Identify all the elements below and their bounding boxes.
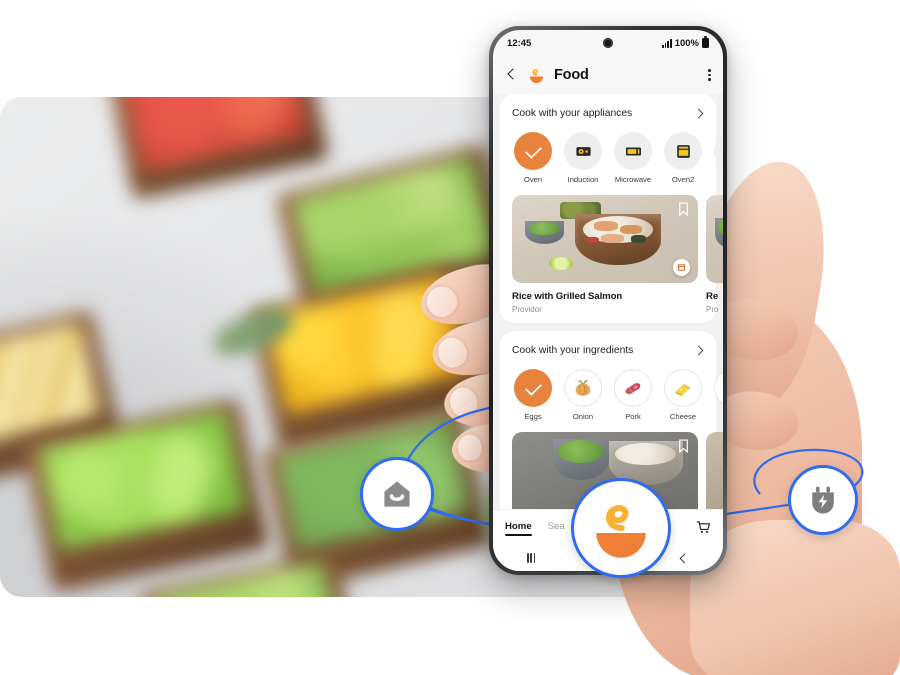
front-camera-icon [603, 38, 613, 48]
fingernail [457, 433, 483, 462]
recipe-card[interactable]: Re Pro [706, 195, 723, 314]
recipe-provider: Pro [706, 305, 719, 314]
energy-plug-icon [812, 486, 834, 514]
home-badge[interactable] [360, 457, 434, 531]
battery-icon [702, 36, 709, 48]
food-bowl-logo-icon [529, 68, 544, 83]
bookmark-icon[interactable] [678, 202, 689, 216]
appliances-card: Cook with your appliances Oven Induction… [500, 94, 723, 323]
kebab-menu-icon[interactable] [708, 68, 711, 82]
oven-icon [676, 144, 690, 158]
veg-piece [631, 235, 646, 243]
check-icon [525, 146, 542, 157]
chevron-right-icon[interactable] [693, 345, 704, 356]
scene-root: 12:45 100% Food Cook with your appliance… [0, 0, 900, 675]
appliances-title: Cook with your appliances [512, 107, 633, 119]
food-badge[interactable] [571, 478, 671, 578]
microwave-icon [625, 147, 641, 155]
appliance-chip-induction[interactable]: Induction [564, 132, 602, 184]
appliance-icon-wrap [514, 132, 552, 170]
home-icon [384, 481, 410, 507]
appliance-label: Oven2 [671, 175, 695, 184]
induction-icon [575, 146, 591, 156]
recipe-photo [512, 195, 698, 283]
recipe-photo [706, 195, 723, 283]
back-button[interactable] [505, 68, 519, 82]
salmon-piece [619, 224, 643, 234]
page-title: Food [554, 67, 589, 83]
ingredients-title: Cook with your ingredients [512, 344, 634, 356]
garnish-bowl [715, 217, 723, 248]
ingredient-icon-wrap [514, 369, 552, 407]
chevron-right-icon[interactable] [693, 108, 704, 119]
onion-icon [575, 380, 591, 396]
cheese-icon [675, 383, 691, 397]
recipe-title: Rice with Grilled Salmon [512, 291, 623, 302]
fingernail [446, 383, 481, 420]
appliance-label: Oven [523, 175, 543, 184]
fingernail [420, 280, 463, 323]
recipe-photo [706, 432, 723, 520]
ingredient-icon-wrap [664, 369, 702, 407]
battery-percent: 100% [674, 37, 699, 49]
appliance-recipe-row[interactable]: Rice with Grilled Salmon Providor Re Pro [500, 195, 723, 314]
appliance-icon-wrap [664, 132, 702, 170]
ingredient-icon-wrap [614, 369, 652, 407]
lime-wedge [549, 256, 574, 270]
appliance-chip-microwave[interactable]: Microwave [614, 132, 652, 184]
ingredient-chip-cheese[interactable]: Cheese [664, 369, 702, 421]
appliances-header[interactable]: Cook with your appliances [500, 104, 716, 122]
fingernail [433, 332, 472, 373]
food-bowl-logo-icon [596, 505, 646, 558]
ingredient-chip-onion[interactable]: Onion [564, 369, 602, 421]
app-bar: Food [493, 56, 723, 94]
ingredient-label: Onion [572, 412, 594, 421]
ingredient-label: Cheese [669, 412, 697, 421]
salmon-piece [593, 221, 618, 232]
recipe-title: Re [706, 291, 719, 302]
ingredient-icon-wrap [564, 369, 602, 407]
ingredient-chip-row[interactable]: Eggs Onion Pork Cheese [500, 359, 723, 421]
recipe-card[interactable]: Rice with Grilled Salmon Providor [512, 195, 698, 314]
signal-bars-icon [661, 38, 672, 48]
bookmark-icon[interactable] [678, 439, 689, 453]
ingredient-chip-more[interactable] [714, 369, 723, 421]
shopping-cart-icon[interactable] [696, 520, 711, 535]
appliance-badge-icon [673, 259, 690, 276]
tab-home[interactable]: Home [505, 521, 532, 536]
garnish-bowl [525, 221, 565, 245]
salmon-piece [601, 233, 624, 243]
appliance-chip-oven2[interactable]: Oven2 [664, 132, 702, 184]
ingredient-icon-wrap [714, 369, 723, 407]
status-bar: 12:45 100% [493, 30, 723, 56]
recipe-provider: Providor [512, 305, 542, 314]
appliance-label: D [714, 175, 723, 184]
appliance-label: Microwave [614, 175, 652, 184]
back-icon[interactable] [678, 553, 689, 564]
appliance-icon-wrap [614, 132, 652, 170]
ingredient-label: Pork [625, 412, 641, 421]
pork-icon [625, 383, 641, 395]
appliance-label: Induction [567, 175, 599, 184]
energy-badge[interactable] [788, 465, 858, 535]
appliance-icon-wrap [714, 132, 723, 170]
appliance-chip-oven[interactable]: Oven [514, 132, 552, 184]
status-indicators: 100% [661, 36, 709, 49]
recents-icon[interactable] [527, 553, 536, 563]
ingredient-chip-pork[interactable]: Pork [614, 369, 652, 421]
recipe-card[interactable] [706, 432, 723, 520]
ingredient-label: Eggs [524, 412, 542, 421]
status-time: 12:45 [507, 37, 532, 49]
appliance-icon-wrap [564, 132, 602, 170]
garnish-bowl [552, 439, 609, 480]
tab-search[interactable]: Sea [548, 521, 565, 535]
ingredients-header[interactable]: Cook with your ingredients [500, 341, 716, 359]
check-icon [525, 383, 542, 394]
appliance-chip-dishwasher[interactable]: D [714, 132, 723, 184]
appliance-chip-row[interactable]: Oven Induction Microwave Oven2 [500, 122, 723, 184]
ingredient-chip-eggs[interactable]: Eggs [514, 369, 552, 421]
